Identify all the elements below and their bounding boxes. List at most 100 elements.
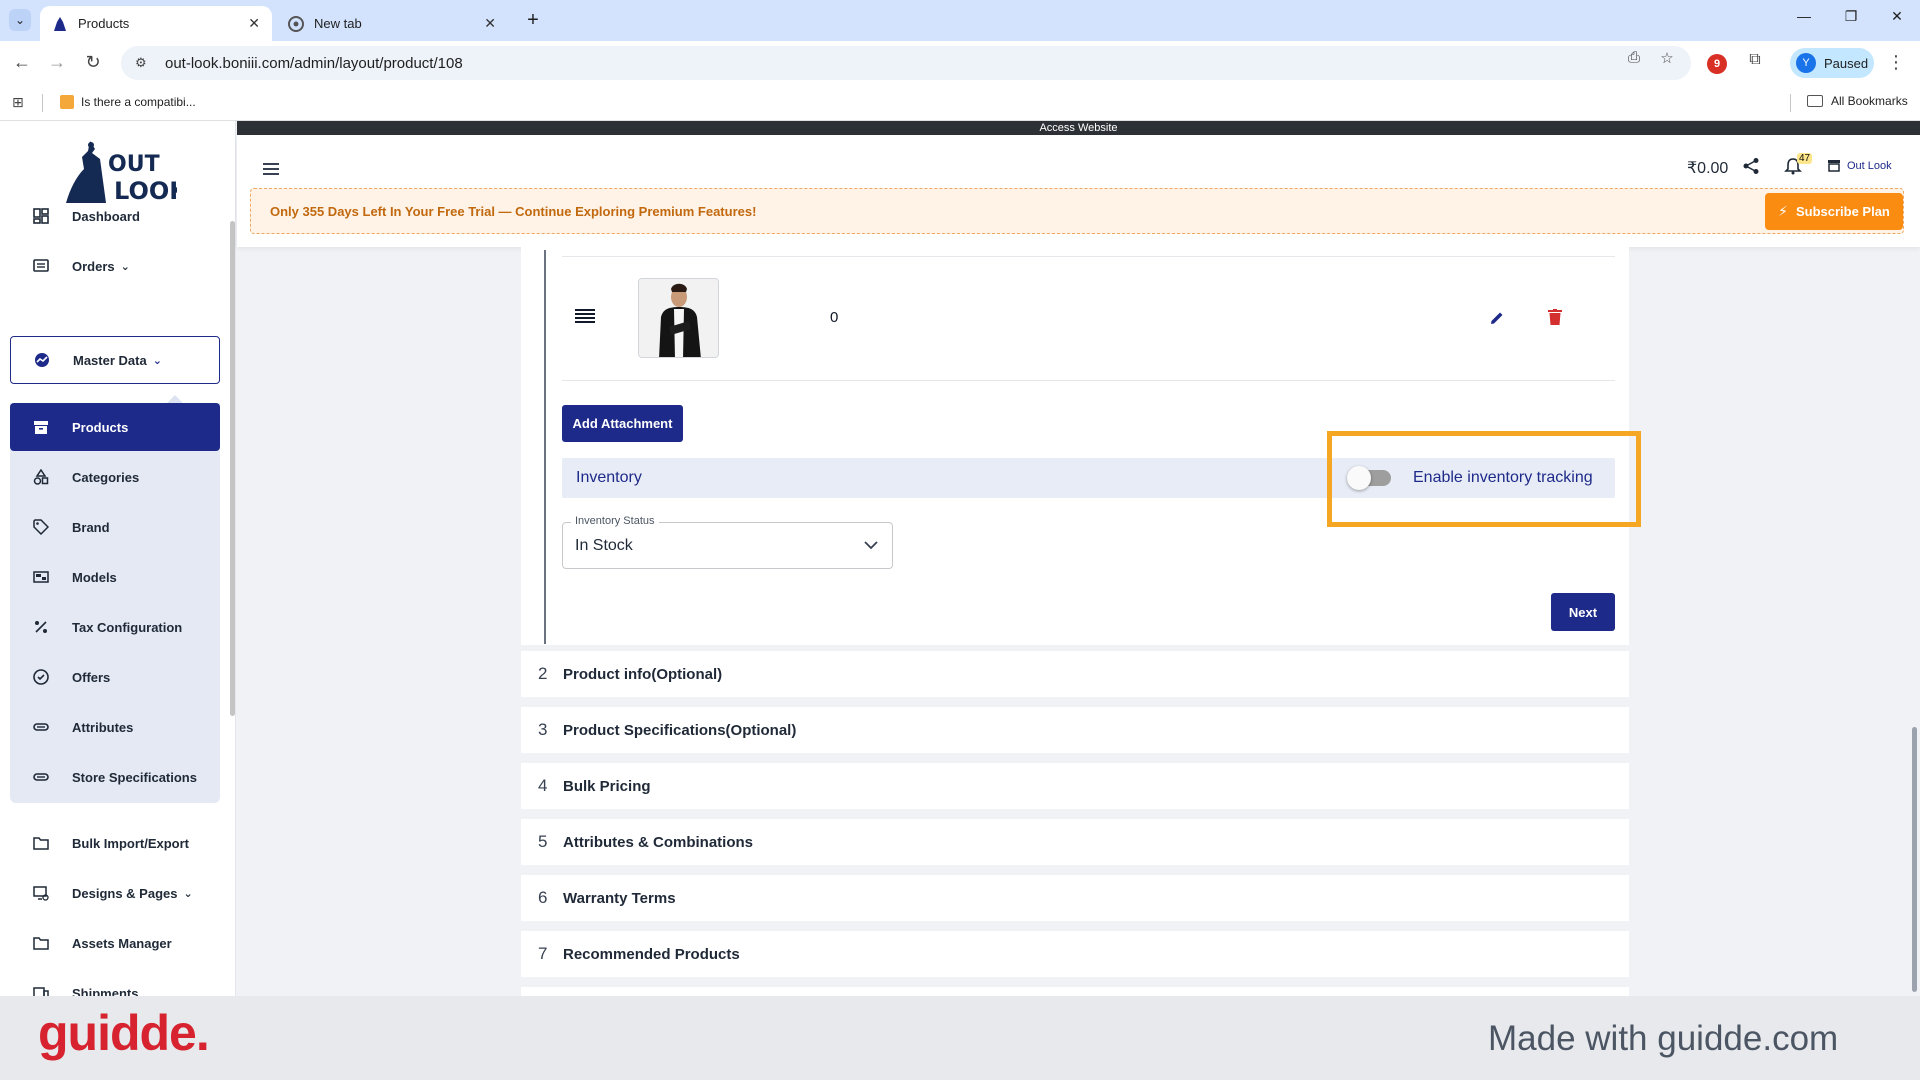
- step-attributes-combinations[interactable]: 5 Attributes & Combinations: [521, 819, 1629, 865]
- dashboard-icon: [32, 207, 50, 225]
- delete-trash-icon[interactable]: [1548, 309, 1562, 325]
- step-number: 6: [538, 888, 548, 907]
- divider: [562, 256, 1615, 257]
- guidde-logo: guidde.: [38, 1005, 210, 1061]
- attributes-icon: [32, 718, 50, 736]
- close-tab-icon[interactable]: ✕: [248, 15, 260, 32]
- browser-tab-products[interactable]: Products ✕: [40, 6, 272, 41]
- step-title: Bulk Pricing: [563, 777, 651, 795]
- step-number: 2: [538, 664, 548, 683]
- sidebar-item-label: Tax Configuration: [72, 619, 183, 635]
- page-scrollbar[interactable]: [1912, 727, 1917, 992]
- sidebar-item-assets-manager[interactable]: Assets Manager: [10, 919, 220, 967]
- extensions-puzzle-icon[interactable]: ⧉: [1744, 51, 1766, 73]
- step-bulk-pricing[interactable]: 4 Bulk Pricing: [521, 763, 1629, 809]
- profile-button[interactable]: Y Paused: [1790, 48, 1874, 78]
- bookmark-item[interactable]: Is there a compatibi...: [60, 95, 196, 109]
- next-button[interactable]: Next: [1551, 593, 1615, 631]
- sidebar-scrollbar[interactable]: [230, 221, 235, 716]
- reload-icon[interactable]: ↻: [81, 51, 105, 75]
- sidebar-item-products[interactable]: Products: [10, 403, 220, 451]
- folder-icon: [1807, 95, 1823, 107]
- wallet-balance[interactable]: ₹0.00: [1687, 158, 1728, 178]
- all-bookmarks-button[interactable]: All Bookmarks: [1807, 94, 1908, 108]
- chevron-down-icon: ⌄: [152, 354, 162, 367]
- inventory-status-label: Inventory Status: [571, 515, 659, 527]
- sidebar-item-label: Brand: [72, 519, 110, 535]
- sidebar-item-label: Store Specifications: [72, 769, 197, 785]
- step-product-specifications[interactable]: 3 Product Specifications(Optional): [521, 707, 1629, 753]
- chevron-down-icon: ⌄: [120, 260, 130, 273]
- edit-pencil-icon[interactable]: [1489, 310, 1505, 326]
- extension-icon[interactable]: 9: [1707, 54, 1727, 74]
- sidebar-item-categories[interactable]: Categories: [10, 453, 220, 501]
- access-website-link[interactable]: Access Website: [237, 121, 1920, 135]
- sidebar-item-label: Dashboard: [72, 208, 140, 224]
- subscribe-plan-button[interactable]: ⚡ Subscribe Plan: [1765, 193, 1903, 230]
- sidebar-item-bulk-import-export[interactable]: Bulk Import/Export: [10, 819, 220, 867]
- step-warranty-terms[interactable]: 6 Warranty Terms: [521, 875, 1629, 921]
- drag-handle-icon[interactable]: [575, 309, 595, 323]
- tag-icon: [32, 518, 50, 536]
- sidebar-item-label: Master Data: [73, 352, 147, 368]
- orders-icon: [32, 257, 50, 275]
- sidebar-item-designs-pages[interactable]: Designs & Pages ⌄: [10, 869, 220, 917]
- new-tab-icon[interactable]: +: [520, 8, 546, 34]
- sidebar-item-shipments[interactable]: Shipments: [10, 969, 220, 996]
- admin-header: ₹0.00 47 Out Look Only 355 Days Left In …: [237, 135, 1920, 247]
- browser-menu-icon[interactable]: ⋮: [1886, 52, 1906, 74]
- step-recommended-products[interactable]: 7 Recommended Products: [521, 931, 1629, 977]
- sidebar-item-dashboard[interactable]: Dashboard: [10, 192, 220, 240]
- step-product-info[interactable]: 2 Product info(Optional): [521, 651, 1629, 697]
- step-next-partial: [521, 987, 1629, 996]
- models-icon: [32, 568, 50, 586]
- sidebar-item-tax-configuration[interactable]: Tax Configuration: [10, 603, 220, 651]
- divider: [42, 94, 43, 112]
- add-attachment-button[interactable]: Add Attachment: [562, 405, 683, 442]
- store-link[interactable]: Out Look: [1827, 159, 1892, 172]
- forward-icon[interactable]: →: [45, 51, 69, 75]
- tab-search-button[interactable]: ⌄: [9, 9, 31, 31]
- sidebar-item-offers[interactable]: Offers: [10, 653, 220, 701]
- sidebar-item-orders[interactable]: Orders ⌄: [10, 242, 220, 290]
- sidebar-item-models[interactable]: Models: [10, 553, 220, 601]
- share-icon[interactable]: [1742, 157, 1760, 175]
- outlook-favicon-icon: [52, 16, 68, 32]
- sidebar-item-store-specifications[interactable]: Store Specifications: [10, 753, 220, 801]
- divider: [1790, 94, 1791, 112]
- sidebar-item-master-data[interactable]: Master Data ⌄: [10, 336, 220, 384]
- back-icon[interactable]: ←: [10, 51, 34, 75]
- apps-grid-icon[interactable]: ⊞: [12, 94, 24, 111]
- close-window-icon[interactable]: ✕: [1877, 8, 1917, 32]
- inventory-status-select[interactable]: Inventory Status In Stock: [562, 515, 893, 569]
- browser-toolbar: ← → ↻ ⚙ out-look.boniii.com/admin/layout…: [0, 41, 1920, 84]
- bookmark-star-icon[interactable]: ☆: [1656, 49, 1678, 71]
- install-app-icon[interactable]: ⎙: [1623, 49, 1645, 71]
- trial-message: Only 355 Days Left In Your Free Trial — …: [270, 204, 757, 219]
- address-bar[interactable]: ⚙ out-look.boniii.com/admin/layout/produ…: [121, 46, 1691, 80]
- step-title: Attributes & Combinations: [563, 833, 753, 851]
- avatar: Y: [1796, 53, 1816, 73]
- designs-icon: [32, 884, 50, 902]
- sidebar-item-label: Orders: [72, 258, 115, 274]
- site-info-icon[interactable]: ⚙: [135, 55, 153, 71]
- sidebar-item-attributes[interactable]: Attributes: [10, 703, 220, 751]
- step-number: 7: [538, 944, 548, 963]
- guidde-footer: guidde. Made with guidde.com: [0, 996, 1920, 1080]
- close-tab-icon[interactable]: ✕: [484, 15, 496, 32]
- tab-label: New tab: [314, 16, 362, 31]
- restore-icon[interactable]: ❐: [1831, 8, 1871, 32]
- admin-sidebar: OUT LOOK Dashboard Orders ⌄ Master Data …: [0, 121, 236, 996]
- browser-tab-bar: ⌄ Products ✕ New tab ✕ + — ❐ ✕: [0, 0, 1920, 41]
- sidebar-item-label: Products: [72, 419, 129, 435]
- minimize-icon[interactable]: —: [1784, 8, 1824, 32]
- browser-tab-new[interactable]: New tab ✕: [276, 6, 508, 41]
- product-image-thumbnail[interactable]: [638, 278, 719, 358]
- menu-toggle-icon[interactable]: [263, 163, 279, 175]
- percent-icon: [32, 618, 50, 636]
- store-icon: [1827, 159, 1841, 172]
- sidebar-item-label: Designs & Pages: [72, 885, 178, 901]
- logo-text-top: OUT: [108, 152, 160, 177]
- sidebar-item-brand[interactable]: Brand: [10, 503, 220, 551]
- all-bookmarks-label: All Bookmarks: [1831, 94, 1908, 108]
